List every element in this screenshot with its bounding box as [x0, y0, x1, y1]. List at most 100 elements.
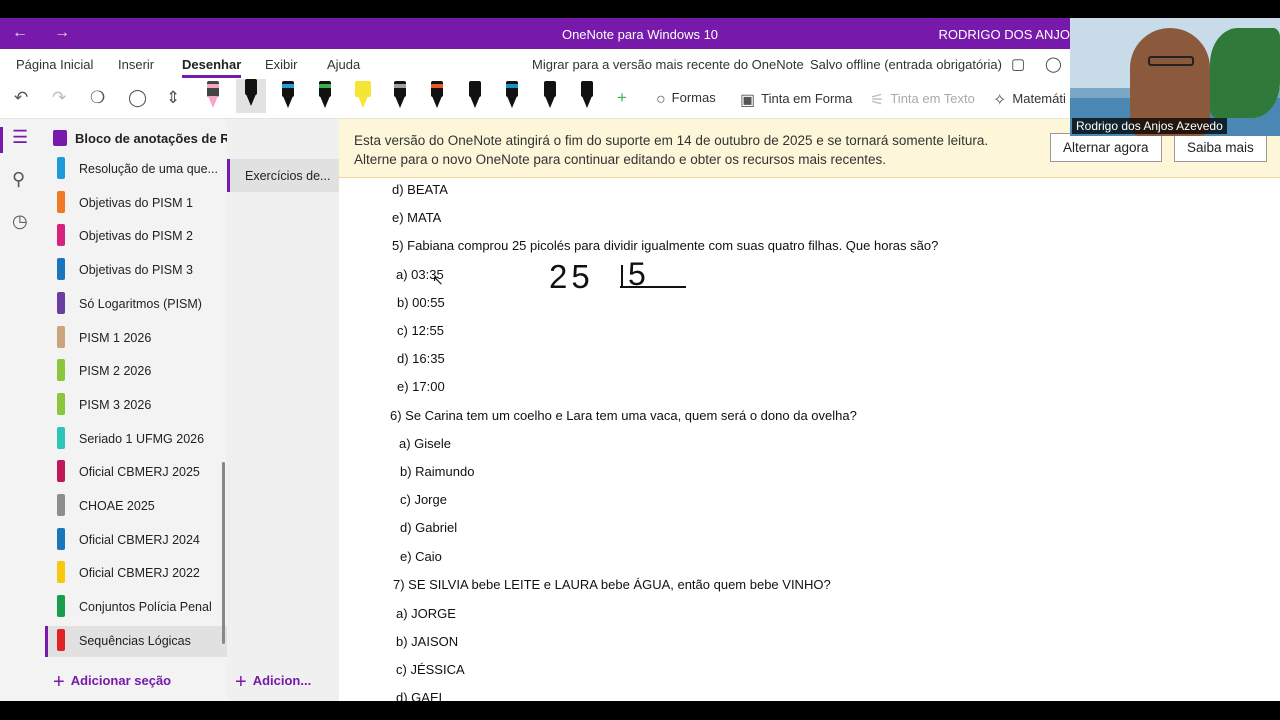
notebook-pane-icon[interactable]: ▢ [1011, 55, 1025, 73]
ink-to-shape-icon: ▣ [740, 92, 756, 109]
note-line[interactable]: e) 17:00 [397, 379, 445, 394]
learn-more-button[interactable]: Saiba mais [1174, 133, 1267, 162]
section-label: Objetivas do PISM 1 [79, 195, 193, 210]
section-item[interactable]: PISM 1 2026 [45, 323, 227, 354]
section-item[interactable]: Só Logaritmos (PISM) [45, 289, 227, 320]
user-name[interactable]: RODRIGO DOS ANJO [939, 27, 1070, 42]
eraser-icon[interactable]: ◯ [128, 88, 147, 108]
pen-blue-icon[interactable] [279, 81, 297, 111]
add-page-button[interactable]: + Adicion... [235, 671, 311, 694]
section-label: PISM 1 2026 [79, 330, 152, 345]
section-color-tab [57, 527, 65, 550]
recent-clock-icon[interactable]: ◷ [12, 211, 28, 232]
section-color-tab [57, 426, 65, 449]
note-line[interactable]: 5) Fabiana comprou 25 picolés para divid… [392, 238, 938, 253]
tab-inserir[interactable]: Inserir [118, 57, 154, 72]
plus-icon: + [235, 671, 247, 693]
page-item[interactable]: Exercícios de... [227, 159, 339, 192]
pen-galaxy-icon[interactable] [541, 81, 559, 111]
shapes-icon: ○ [656, 91, 666, 108]
section-item[interactable]: Resolução de uma que... [45, 154, 227, 185]
section-list: Bloco de anotações de RODRIGO ⌄ ⇅ Resolu… [45, 119, 320, 701]
note-line[interactable]: b) JAISON [396, 634, 458, 649]
section-color-tab [57, 359, 65, 382]
switch-now-button[interactable]: Alternar agora [1050, 133, 1162, 162]
glasses-image [1148, 56, 1194, 66]
lasso-select-icon[interactable]: ❍ [90, 88, 105, 108]
section-item[interactable]: PISM 2 2026 [45, 356, 227, 387]
shapes-button[interactable]: ○ Formas [656, 90, 716, 109]
section-item[interactable]: Objetivas do PISM 2 [45, 221, 227, 252]
note-line[interactable]: d) BEATA [392, 182, 448, 197]
section-label: Objetivas do PISM 3 [79, 263, 193, 278]
note-line[interactable]: 6) Se Carina tem um coelho e Lara tem um… [390, 408, 857, 423]
section-label: Oficial CBMERJ 2022 [79, 566, 200, 581]
migrate-link[interactable]: Migrar para a versão mais recente do One… [532, 57, 804, 72]
pen-teal-icon[interactable] [503, 81, 521, 111]
note-line[interactable]: e) Caio [400, 549, 442, 564]
section-item[interactable]: Seriado 1 UFMG 2026 [45, 424, 227, 455]
section-color-tab [57, 392, 65, 415]
note-line[interactable]: d) GAEL [396, 690, 446, 701]
section-item[interactable]: Objetivas do PISM 1 [45, 188, 227, 219]
pencil-gray-icon[interactable] [391, 81, 409, 111]
notebooks-icon[interactable]: ☰ [12, 127, 28, 148]
tab-ajuda[interactable]: Ajuda [327, 57, 360, 72]
notebook-icon [53, 130, 67, 146]
note-line[interactable]: a) Gisele [399, 436, 451, 451]
ink-to-text-icon: ⚟ [870, 92, 885, 109]
redo-icon[interactable]: ↷ [52, 88, 66, 108]
search-icon[interactable]: ⚲ [12, 169, 25, 190]
add-space-icon[interactable]: ⇕ [166, 88, 180, 108]
undo-icon[interactable]: ↶ [14, 88, 28, 108]
add-pen-icon[interactable]: + [617, 88, 627, 108]
webcam-overlay: Rodrigo dos Anjos Azevedo [1070, 18, 1280, 136]
ink-to-shape-button[interactable]: ▣ Tinta em Forma [740, 90, 852, 110]
pen-black-2-icon[interactable] [466, 81, 484, 111]
section-color-tab [57, 561, 65, 584]
note-line[interactable]: e) MATA [392, 210, 441, 225]
plus-icon: + [53, 671, 65, 693]
pen-green-icon[interactable] [316, 81, 334, 111]
note-line[interactable]: 7) SE SILVIA bebe LEITE e LAURA bebe ÁGU… [393, 577, 831, 592]
section-item[interactable]: CHOAE 2025 [45, 491, 227, 522]
pen-black-3-icon[interactable] [578, 81, 596, 111]
note-line[interactable]: b) Raimundo [400, 464, 474, 479]
tab-pagina-inicial[interactable]: Página Inicial [16, 57, 93, 72]
section-color-tab [57, 628, 65, 651]
note-line[interactable]: c) JÉSSICA [396, 662, 465, 677]
page-canvas[interactable]: Esta versão do OneNote atingirá o fim do… [339, 119, 1280, 701]
add-section-button[interactable]: + Adicionar seção [53, 671, 171, 694]
section-item[interactable]: Sequências Lógicas [45, 625, 227, 657]
section-color-tab [57, 494, 65, 516]
section-item[interactable]: PISM 3 2026 [45, 390, 227, 421]
math-button[interactable]: ✧ Matemáti [993, 90, 1066, 110]
section-item[interactable]: Objetivas do PISM 3 [45, 255, 227, 286]
pen-black-selected-icon[interactable] [236, 79, 266, 113]
highlighter-yellow-icon[interactable] [354, 81, 372, 111]
tab-desenhar[interactable]: Desenhar [182, 57, 242, 78]
save-status[interactable]: Salvo offline (entrada obrigatória) [810, 57, 1002, 72]
section-label: Só Logaritmos (PISM) [79, 296, 202, 311]
pen-pink-icon[interactable] [204, 81, 222, 111]
note-line[interactable]: c) Jorge [400, 492, 447, 507]
section-item[interactable]: Oficial CBMERJ 2024 [45, 525, 227, 556]
lightbulb-icon[interactable]: ◯ [1045, 55, 1062, 73]
ink-to-text-button[interactable]: ⚟ Tinta em Texto [870, 90, 975, 110]
note-line[interactable]: d) 16:35 [397, 351, 445, 366]
note-line[interactable]: a) JORGE [396, 606, 456, 621]
ink-division-drawing[interactable]: 25 5 [544, 257, 704, 297]
section-item[interactable]: Oficial CBMERJ 2022 [45, 558, 227, 589]
section-color-tab [57, 325, 65, 348]
section-item[interactable]: Oficial CBMERJ 2025 [45, 457, 227, 488]
webcam-caption: Rodrigo dos Anjos Azevedo [1072, 118, 1227, 134]
note-line[interactable]: d) Gabriel [400, 520, 457, 535]
note-line[interactable]: c) 12:55 [397, 323, 444, 338]
section-color-tab [57, 190, 65, 213]
note-line[interactable]: b) 00:55 [397, 295, 445, 310]
section-item[interactable]: Conjuntos Polícia Penal [45, 592, 227, 623]
pen-orange-icon[interactable] [428, 81, 446, 111]
mouse-cursor-icon: ↖ [432, 272, 444, 288]
tab-exibir[interactable]: Exibir [265, 57, 298, 72]
section-scrollbar[interactable] [222, 462, 225, 644]
